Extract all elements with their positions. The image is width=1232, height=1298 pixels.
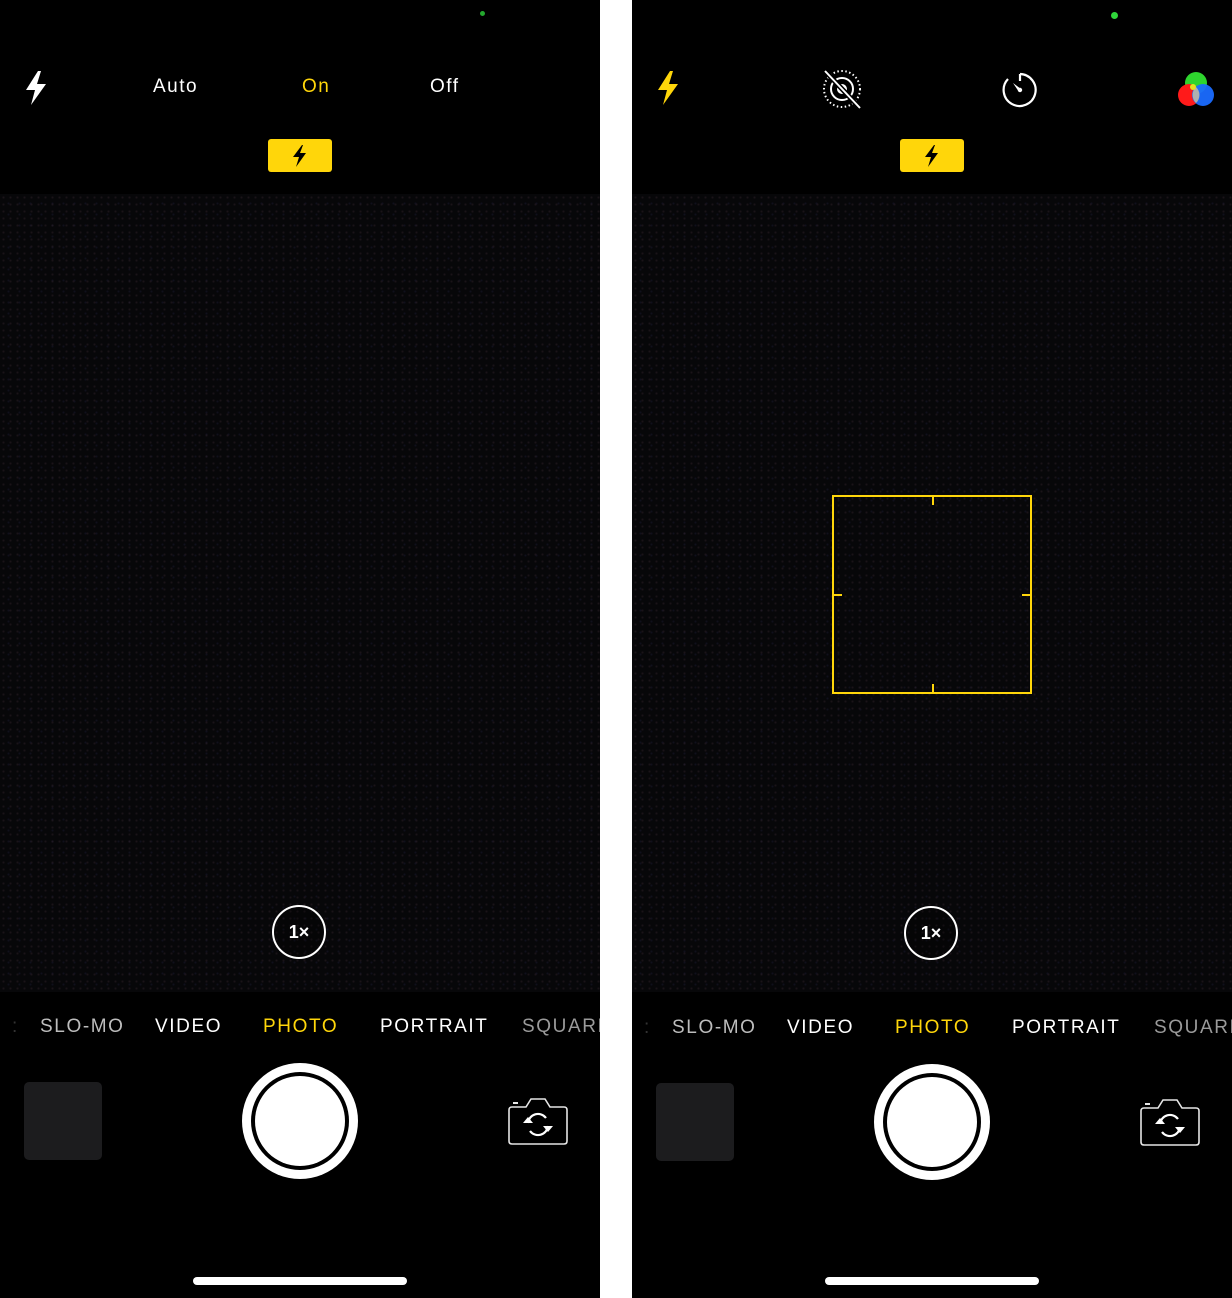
camera-screen-flash-menu: Auto On Off 1× : SLO-MO VIDEO PHOTO PORT… — [0, 0, 600, 1298]
mode-portrait[interactable]: PORTRAIT — [1012, 1017, 1121, 1039]
switch-camera-button[interactable] — [1138, 1098, 1202, 1148]
focus-square — [832, 495, 1032, 694]
mode-selector: : SLO-MO VIDEO PHOTO PORTRAIT SQUARE — [632, 1017, 1232, 1045]
switch-camera-button[interactable] — [506, 1097, 570, 1147]
viewfinder[interactable] — [0, 194, 600, 992]
flash-on-indicator — [268, 139, 332, 172]
flash-option-off[interactable]: Off — [430, 76, 460, 98]
mode-slo-mo[interactable]: SLO-MO — [40, 1016, 125, 1038]
home-indicator[interactable] — [825, 1277, 1039, 1285]
flash-on-indicator — [900, 139, 964, 172]
camera-in-use-indicator — [480, 11, 485, 16]
flash-option-on[interactable]: On — [302, 76, 330, 98]
filters-icon — [1178, 72, 1214, 106]
mode-photo[interactable]: PHOTO — [263, 1016, 338, 1038]
camera-in-use-indicator — [1111, 12, 1118, 19]
switch-camera-icon — [1140, 1099, 1200, 1146]
flash-toggle-button[interactable] — [24, 70, 48, 106]
zoom-toggle-button[interactable]: 1× — [904, 906, 958, 960]
switch-camera-icon — [508, 1098, 568, 1145]
shutter-button[interactable] — [874, 1064, 990, 1180]
shutter-button[interactable] — [242, 1063, 358, 1179]
live-photo-toggle-button[interactable] — [820, 68, 864, 115]
timer-button[interactable] — [1000, 70, 1040, 115]
home-indicator[interactable] — [193, 1277, 407, 1285]
mode-video[interactable]: VIDEO — [787, 1017, 854, 1039]
last-photo-thumbnail[interactable] — [24, 1082, 102, 1160]
flash-bolt-icon — [658, 71, 678, 105]
mode-slo-mo[interactable]: SLO-MO — [672, 1017, 757, 1039]
last-photo-thumbnail[interactable] — [656, 1083, 734, 1161]
flash-option-auto[interactable]: Auto — [153, 76, 198, 98]
flash-toggle-button[interactable] — [656, 70, 680, 111]
timer-icon — [1002, 72, 1037, 108]
flash-bolt-icon — [293, 145, 306, 167]
filters-button[interactable] — [1176, 70, 1216, 115]
flash-bolt-icon — [925, 145, 938, 167]
mode-portrait[interactable]: PORTRAIT — [380, 1016, 489, 1038]
zoom-toggle-button[interactable]: 1× — [272, 905, 326, 959]
mode-photo[interactable]: PHOTO — [895, 1017, 970, 1039]
mode-selector: : SLO-MO VIDEO PHOTO PORTRAIT SQUARE — [0, 1016, 600, 1044]
mode-square[interactable]: SQUARE — [522, 1016, 600, 1038]
flash-bolt-icon — [26, 71, 46, 105]
camera-screen-controls: 1× : SLO-MO VIDEO PHOTO PORTRAIT SQUARE — [632, 0, 1232, 1298]
mode-square[interactable]: SQUARE — [1154, 1017, 1232, 1039]
live-photo-off-icon — [823, 69, 862, 110]
mode-video[interactable]: VIDEO — [155, 1016, 222, 1038]
